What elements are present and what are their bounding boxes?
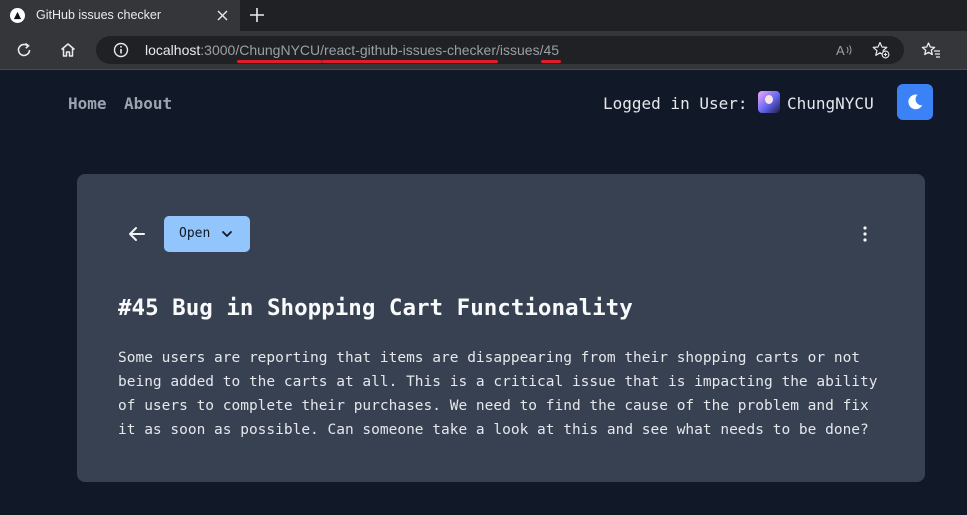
add-favorite-icon[interactable] (872, 41, 890, 59)
username: ChungNYCU (787, 94, 874, 113)
issue-body-line: it as soon as possible. Can someone take… (118, 422, 869, 438)
url-field[interactable]: localhost:3000/ChungNYCU/react-github-is… (96, 36, 904, 64)
tab-title: GitHub issues checker (36, 8, 162, 22)
home-icon[interactable] (58, 40, 78, 60)
moon-icon (908, 94, 923, 110)
theme-toggle-button[interactable] (897, 84, 933, 120)
more-options-icon[interactable] (856, 223, 874, 245)
chevron-down-icon (220, 227, 234, 241)
site-info-icon[interactable] (113, 42, 129, 58)
issue-title: #45 Bug in Shopping Cart Functionality (118, 295, 633, 321)
read-aloud-icon[interactable]: A (836, 41, 854, 59)
status-label: Open (179, 226, 211, 241)
nav-home-link[interactable]: Home (68, 94, 107, 113)
reload-icon[interactable] (14, 40, 34, 60)
url-repo: react-github-issues-checker (324, 42, 496, 58)
app-favicon-icon (10, 8, 25, 23)
issue-body-line: being added to the carts at all. This is… (118, 374, 878, 390)
issue-card: Open #45 Bug in Shopping Cart Functional… (77, 174, 925, 482)
svg-text:A: A (836, 43, 845, 58)
back-arrow-icon[interactable] (126, 223, 148, 245)
url-text: localhost:3000/ChungNYCU/react-github-is… (145, 42, 559, 58)
url-issue-number: 45 (543, 42, 560, 58)
address-bar: localhost:3000/ChungNYCU/react-github-is… (0, 31, 967, 70)
url-owner: ChungNYCU (239, 42, 321, 58)
status-dropdown[interactable]: Open (164, 216, 250, 252)
url-issues-path: /issues/ (496, 42, 544, 58)
issue-body: Some users are reporting that items are … (118, 346, 898, 442)
issue-body-line: of users to complete their purchases. We… (118, 398, 869, 414)
user-avatar (758, 91, 780, 113)
browser-tab[interactable]: GitHub issues checker (0, 0, 240, 31)
nav-about-link[interactable]: About (124, 94, 172, 113)
new-tab-icon[interactable] (248, 6, 266, 24)
browser-tab-bar: GitHub issues checker (0, 0, 967, 31)
close-tab-icon[interactable] (215, 8, 230, 23)
logged-in-label: Logged in User: (603, 94, 748, 113)
favorites-icon[interactable] (921, 40, 941, 60)
url-port: :3000 (200, 42, 236, 58)
issue-body-line: Some users are reporting that items are … (118, 350, 861, 366)
url-host: localhost (145, 42, 201, 58)
app-page: Home About Logged in User: ChungNYCU Ope… (0, 70, 967, 515)
